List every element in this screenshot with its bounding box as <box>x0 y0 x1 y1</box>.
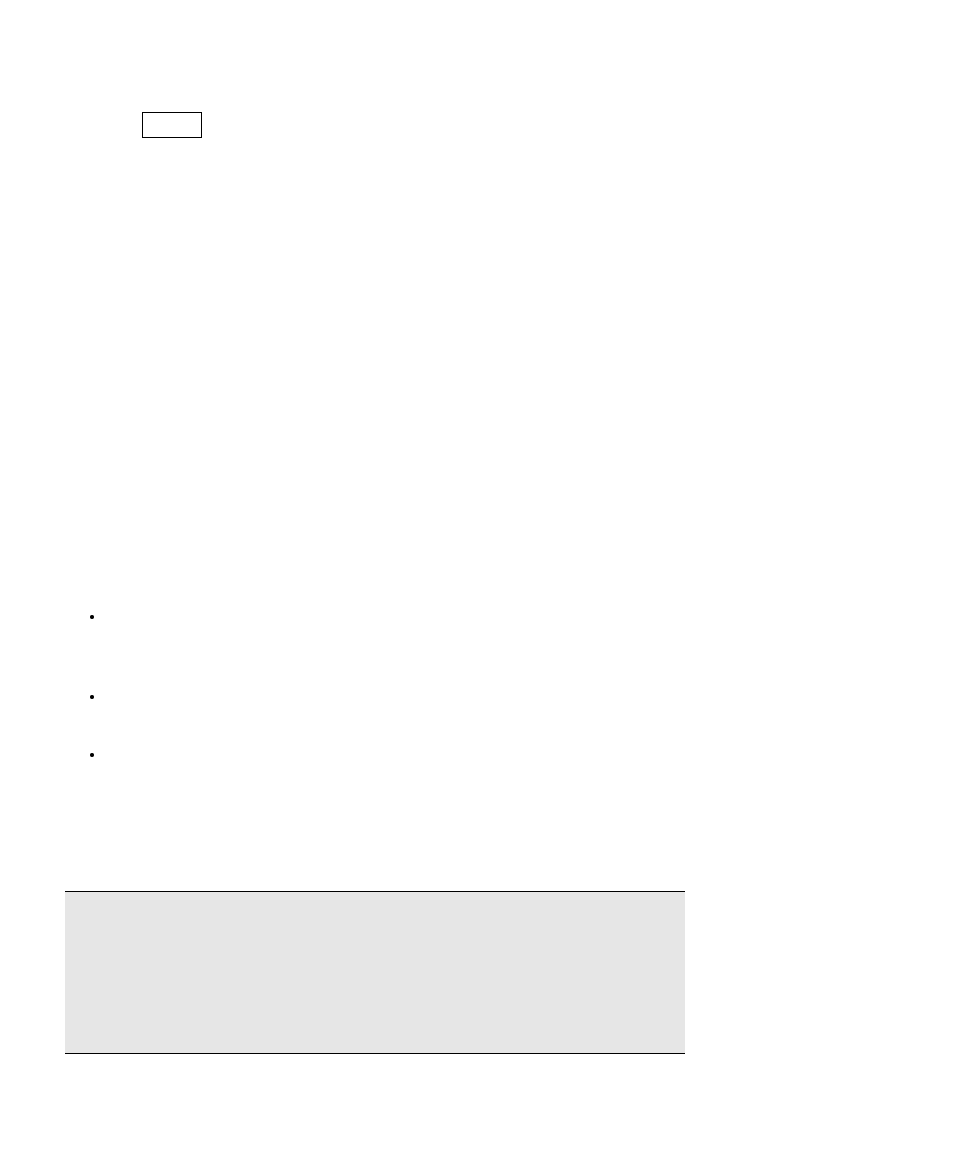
bullet-list <box>105 608 685 766</box>
list-item <box>105 688 685 708</box>
outlined-box <box>142 112 202 138</box>
list-item <box>105 746 685 766</box>
list-item <box>105 608 685 628</box>
note-block <box>65 891 685 1054</box>
